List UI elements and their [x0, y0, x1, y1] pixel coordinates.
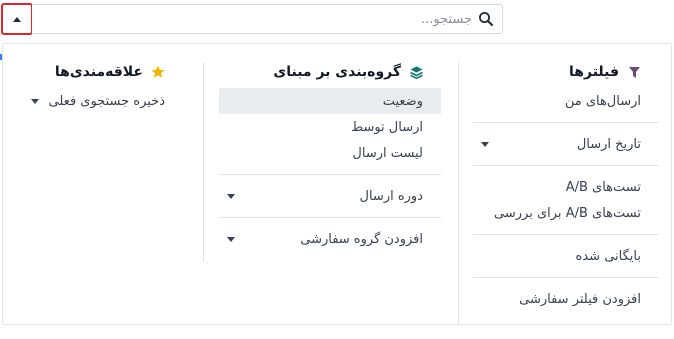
search-icon[interactable] — [478, 11, 494, 27]
search-panel-root: فیلترها ارسال‌های من تاریخ ارسال تست‌های… — [0, 0, 674, 339]
caret-down-icon — [31, 98, 39, 104]
favorites-header: علاقه‌مندی‌ها — [23, 60, 183, 84]
group-by-column: گروه‌بندی بر مبنای وضعیت ارسال توسط لیست… — [219, 60, 441, 252]
divider — [473, 165, 659, 166]
group-item-mailing-list[interactable]: لیست ارسال — [219, 140, 441, 166]
group-item-sent-by[interactable]: ارسال توسط — [219, 114, 441, 140]
favorite-item-label: ذخیره جستجوی فعلی — [48, 93, 165, 109]
group-item-state[interactable]: وضعیت — [219, 88, 441, 114]
edge-mark — [0, 54, 2, 60]
column-divider — [458, 62, 459, 324]
star-icon — [151, 65, 165, 79]
add-custom-group[interactable]: افزودن گروه سفارشی — [219, 226, 441, 252]
column-divider — [203, 62, 204, 262]
group-item-label: افزودن گروه سفارشی — [300, 231, 423, 247]
divider — [473, 277, 659, 278]
group-item-label: دوره ارسال — [359, 188, 423, 204]
group-by-title: گروه‌بندی بر مبنای — [273, 64, 401, 80]
divider — [473, 122, 659, 123]
search-bar — [32, 4, 503, 34]
caret-up-icon — [13, 16, 21, 22]
filter-item-label: ارسال‌های من — [564, 93, 641, 109]
filter-item-label: تست‌های A/B — [565, 179, 641, 195]
search-input[interactable] — [52, 9, 472, 29]
search-dropdown-panel: فیلترها ارسال‌های من تاریخ ارسال تست‌های… — [2, 43, 672, 325]
filter-item-sent-date[interactable]: تاریخ ارسال — [473, 131, 659, 157]
favorites-title: علاقه‌مندی‌ها — [54, 64, 143, 80]
filter-item-archived[interactable]: بایگانی شده — [473, 243, 659, 269]
filters-title: فیلترها — [569, 64, 619, 80]
filter-item-label: بایگانی شده — [575, 248, 641, 264]
caret-down-icon — [481, 141, 489, 147]
toggle-search-panel-button[interactable] — [1, 3, 33, 35]
group-item-label: ارسال توسط — [351, 119, 423, 135]
filter-item-label: افزودن فیلتر سفارشی — [519, 291, 641, 307]
divider — [473, 234, 659, 235]
filters-header: فیلترها — [473, 60, 659, 84]
filter-item-my-mailings[interactable]: ارسال‌های من — [473, 88, 659, 114]
filter-item-label: تست‌های A/B برای بررسی — [494, 205, 641, 221]
favorites-column: علاقه‌مندی‌ها ذخیره جستجوی فعلی — [23, 60, 183, 114]
caret-down-icon — [227, 236, 235, 242]
add-custom-filter[interactable]: افزودن فیلتر سفارشی — [473, 286, 659, 312]
filters-column: فیلترها ارسال‌های من تاریخ ارسال تست‌های… — [473, 60, 659, 312]
filter-icon — [627, 65, 641, 79]
filter-item-label: تاریخ ارسال — [576, 136, 641, 152]
divider — [219, 174, 441, 175]
group-by-header: گروه‌بندی بر مبنای — [219, 60, 441, 84]
caret-down-icon — [227, 193, 235, 199]
divider — [219, 217, 441, 218]
filter-item-ab-tests[interactable]: تست‌های A/B — [473, 174, 659, 200]
save-current-search[interactable]: ذخیره جستجوی فعلی — [23, 88, 183, 114]
layers-icon — [409, 65, 423, 79]
filter-item-ab-tests-to-review[interactable]: تست‌های A/B برای بررسی — [473, 200, 659, 226]
group-item-sent-period[interactable]: دوره ارسال — [219, 183, 441, 209]
group-item-label: لیست ارسال — [352, 145, 423, 161]
group-item-label: وضعیت — [382, 93, 423, 109]
